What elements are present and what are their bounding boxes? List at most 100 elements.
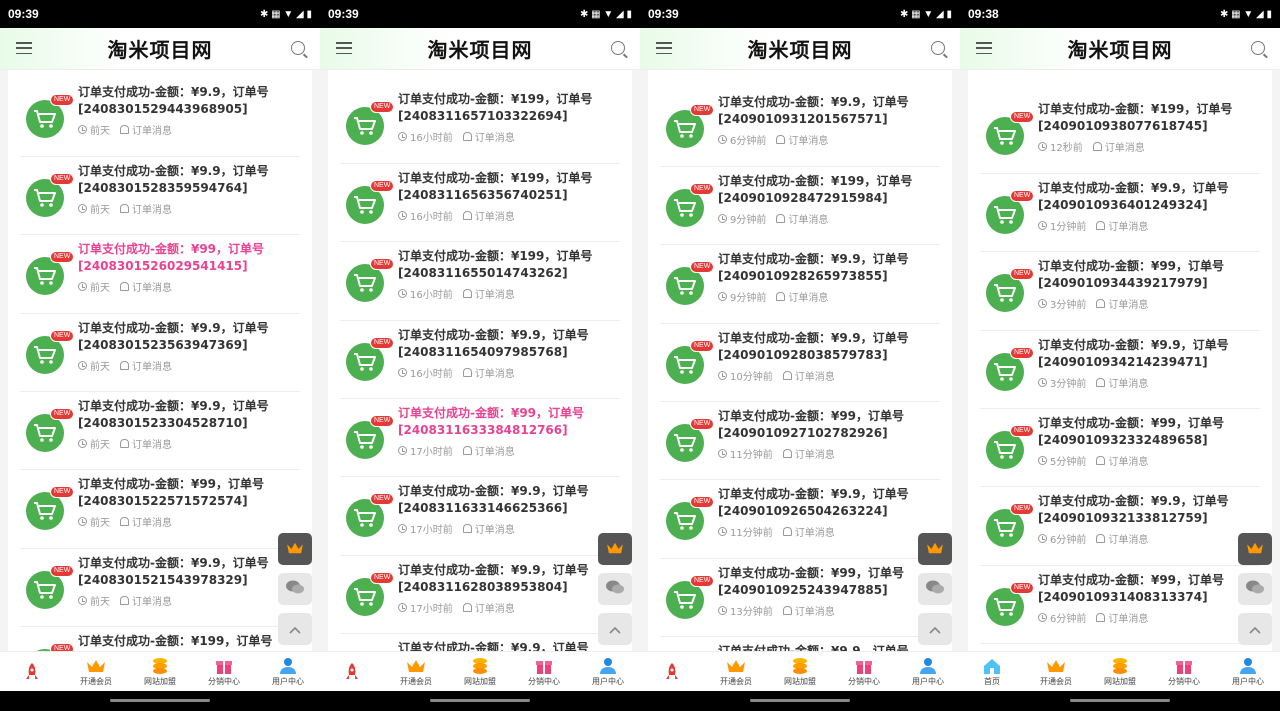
list-item[interactable]: NEW 订单支付成功-金额：¥99，订单号 [24083015225715725… [20, 470, 300, 549]
list-item[interactable]: NEW 订单支付成功-金额：¥99，订单号 [24083015260295414… [20, 235, 300, 314]
list-item[interactable]: NEW 订单支付成功-金额：¥9.9，订单号 [2409010928265973… [660, 245, 940, 324]
list-item[interactable]: NEW 订单支付成功-金额：¥9.9，订单号 [2409010936401249… [980, 174, 1260, 253]
item-meta: 13分钟前 订单消息 [718, 603, 940, 618]
list-item[interactable]: NEW 订单支付成功-金额：¥9.9，订单号 [2408301523304528… [20, 392, 300, 471]
tab-gift[interactable]: 分销中心 [192, 656, 256, 687]
tab-rocket[interactable] [640, 662, 704, 682]
list-item[interactable]: NEW 订单支付成功-金额：¥199，订单号 [2409010938077618… [980, 95, 1260, 174]
wechat-float-button[interactable] [918, 573, 952, 605]
list-item[interactable]: NEW 订单支付成功-金额：¥199，订单号 [2408311656356740… [340, 164, 620, 243]
back-to-top-button[interactable] [918, 613, 952, 645]
tab-coins[interactable]: 网站加盟 [448, 656, 512, 687]
back-to-top-button[interactable] [278, 613, 312, 645]
list-item[interactable]: NEW 订单支付成功-金额：¥9.9，订单号 [2408301528359594… [20, 157, 300, 236]
menu-icon[interactable] [336, 42, 352, 54]
search-icon[interactable] [291, 41, 305, 55]
cart-icon [986, 509, 1024, 548]
home-gesture-bar[interactable] [1070, 699, 1170, 702]
tab-crown[interactable]: 开通会员 [704, 656, 768, 687]
tab-rocket[interactable] [0, 662, 64, 682]
list-item[interactable]: NEW 订单支付成功-金额：¥9.9，订单号 [2409010934214239… [980, 331, 1260, 409]
home-gesture-bar[interactable] [110, 699, 210, 702]
tab-user[interactable]: 用户中心 [256, 656, 320, 687]
cart-icon [26, 492, 64, 531]
floating-actions [278, 533, 312, 645]
tab-coins[interactable]: 网站加盟 [1088, 656, 1152, 687]
list-item[interactable]: NEW 订单支付成功-金额：¥9.9，订单号 [2409010932133812… [980, 487, 1260, 566]
vip-float-button[interactable] [1238, 533, 1272, 565]
tab-gift[interactable]: 分销中心 [832, 656, 896, 687]
list-item[interactable]: NEW 订单支付成功-金额：¥99，订单号 [24090109252439478… [660, 559, 940, 638]
home-gesture-bar[interactable] [750, 699, 850, 702]
list-item[interactable]: NEW 订单支付成功-金额：¥9.9，订单号 订单消息 [340, 634, 620, 651]
message-list-container[interactable]: NEW 订单支付成功-金额：¥199，订单号 [2408311657103322… [328, 70, 632, 651]
menu-icon[interactable] [976, 42, 992, 54]
tab-coins[interactable]: 网站加盟 [768, 656, 832, 687]
vip-float-button[interactable] [598, 533, 632, 565]
search-icon[interactable] [931, 41, 945, 55]
back-to-top-button[interactable] [598, 613, 632, 645]
list-item[interactable]: NEW 订单支付成功-金额：¥99，订单号 [24090109344392179… [980, 252, 1260, 331]
item-tag: 订单消息 [462, 443, 515, 458]
tab-user[interactable]: 用户中心 [576, 656, 640, 687]
list-item[interactable]: NEW 订单支付成功-金额：¥199，订单号 [2409010928472915… [660, 167, 940, 246]
list-item[interactable]: NEW 订单支付成功-金额：¥9.9，订单号 [2408301523563947… [20, 314, 300, 392]
tab-coins[interactable]: 网站加盟 [128, 656, 192, 687]
menu-icon[interactable] [656, 42, 672, 54]
wechat-float-button[interactable] [598, 573, 632, 605]
tab-user[interactable]: 用户中心 [896, 656, 960, 687]
item-text: 订单支付成功-金额：¥9.9，订单号 [2409010934214239471]… [1038, 337, 1260, 390]
tab-gift[interactable]: 分销中心 [1152, 656, 1216, 687]
vip-float-button[interactable] [278, 533, 312, 565]
tab-crown[interactable]: 开通会员 [384, 656, 448, 687]
tab-crown[interactable]: 开通会员 [1024, 656, 1088, 687]
back-to-top-button[interactable] [1238, 613, 1272, 645]
message-list-container[interactable]: NEW 订单支付成功-金额：¥9.9，订单号 [2409010931201567… [648, 70, 952, 651]
list-item[interactable]: NEW 订单支付成功-金额：¥99，订单号 [24083116333848127… [340, 399, 620, 478]
list-item[interactable]: NEW 订单支付成功-金额：¥199，订单号 [2408311657103322… [340, 85, 620, 164]
wechat-float-button[interactable] [278, 573, 312, 605]
list-item[interactable]: NEW 订单支付成功-金额：¥9.9，订单号 [2409010926504263… [660, 480, 940, 559]
list-item[interactable]: NEW 订单支付成功-金额：¥99，订单号 [24090109314083133… [980, 566, 1260, 645]
tab-rocket[interactable] [320, 662, 384, 682]
list-item[interactable]: NEW 订单支付成功-金额：¥9.9，订单号 订单消息 [980, 644, 1260, 651]
search-icon[interactable] [611, 41, 625, 55]
tab-user[interactable]: 用户中心 [1216, 656, 1280, 687]
message-list: NEW 订单支付成功-金额：¥9.9，订单号 [2409010931201567… [648, 70, 952, 651]
system-nav-bar [0, 691, 320, 711]
list-item[interactable]: NEW 订单支付成功-金额：¥9.9，订单号 [2408311633146625… [340, 477, 620, 556]
item-title: 订单支付成功-金额：¥99，订单号 [1038, 415, 1225, 430]
wechat-float-button[interactable] [1238, 573, 1272, 605]
tab-crown[interactable]: 开通会员 [64, 656, 128, 687]
item-tag: 订单消息 [1096, 531, 1148, 546]
item-time: 16小时前 [398, 286, 453, 301]
list-item[interactable]: NEW 订单支付成功-金额：¥9.9，订单号 [2408311628038953… [340, 556, 620, 635]
list-item[interactable]: NEW 订单支付成功-金额：¥199，订单号 [2408311655014743… [340, 242, 620, 321]
list-item[interactable]: NEW 订单支付成功-金额：¥99，订单号 [24090109271027829… [660, 402, 940, 481]
message-list-container[interactable]: NEW 订单支付成功-金额：¥199，订单号 [2409010938077618… [968, 70, 1272, 651]
item-time: 11分钟前 [718, 446, 773, 461]
clock-icon [718, 292, 727, 302]
status-icons: ✱ ▦ ▼ ◢ ▮ [1219, 8, 1272, 20]
list-item[interactable]: NEW 订单支付成功-金额：¥9.9，订单号 [2408301529443968… [20, 78, 300, 157]
list-item[interactable]: NEW 订单支付成功-金额：¥99，订单号 [24090109323324896… [980, 409, 1260, 488]
item-order-number: [2409010928038579783] [718, 347, 888, 362]
clock-icon [78, 517, 87, 527]
tab-home[interactable]: 首页 [960, 656, 1024, 687]
list-item[interactable]: NEW 订单支付成功-金额：¥9.9，订单号 [2408301521543978… [20, 549, 300, 628]
menu-icon[interactable] [16, 42, 32, 54]
tab-gift[interactable]: 分销中心 [512, 656, 576, 687]
item-title: 订单支付成功-金额：¥9.9，订单号 [1038, 180, 1229, 195]
list-item[interactable]: NEW 订单支付成功-金额：¥9.9，订单号 [2409010928038579… [660, 324, 940, 402]
search-icon[interactable] [1251, 41, 1265, 55]
list-item[interactable]: NEW 订单支付成功-金额：¥9.9，订单号 [2408311654097985… [340, 321, 620, 399]
home-gesture-bar[interactable] [430, 699, 530, 702]
list-item[interactable]: NEW 订单支付成功-金额：¥199，订单号 [2408301521048234… [20, 627, 300, 651]
list-item[interactable]: NEW 订单支付成功-金额：¥9.9，订单号 [2409010931201567… [660, 88, 940, 167]
item-meta: 11分钟前 订单消息 [718, 446, 940, 461]
clock-icon [718, 605, 727, 615]
list-item[interactable]: NEW 订单支付成功-金额：¥9.9，订单号 订单消息 [660, 637, 940, 651]
message-list-container[interactable]: NEW 订单支付成功-金额：¥9.9，订单号 [2408301529443968… [8, 70, 312, 651]
new-badge: NEW [1010, 581, 1035, 594]
vip-float-button[interactable] [918, 533, 952, 565]
